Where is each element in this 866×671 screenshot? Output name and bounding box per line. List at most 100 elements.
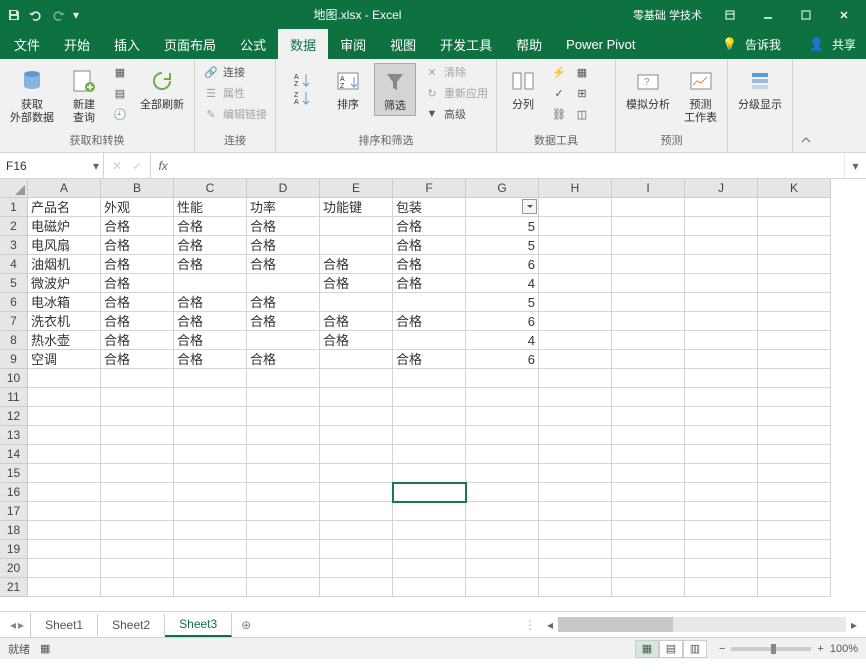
tell-me[interactable]: 告诉我 [745, 36, 781, 53]
collapse-ribbon-button[interactable] [793, 59, 819, 152]
cell[interactable] [612, 426, 685, 445]
cell[interactable] [174, 274, 247, 293]
sheet-nav-next-icon[interactable]: ▸ [18, 618, 24, 632]
cell[interactable]: 合格 [174, 217, 247, 236]
cell[interactable]: 合格 [101, 236, 174, 255]
reapply-button[interactable]: ↻重新应用 [422, 84, 490, 102]
cell[interactable] [758, 578, 831, 597]
consolidate-button[interactable]: ⊞ [572, 84, 592, 102]
share-button[interactable]: 共享 [832, 36, 856, 53]
cell[interactable] [101, 559, 174, 578]
cell[interactable] [320, 293, 393, 312]
row-header[interactable]: 4 [0, 255, 28, 274]
cell[interactable] [612, 274, 685, 293]
cell[interactable] [612, 331, 685, 350]
cell[interactable] [28, 464, 101, 483]
cell[interactable] [685, 445, 758, 464]
close-icon[interactable] [826, 0, 862, 29]
cell[interactable]: 合格 [174, 331, 247, 350]
get-external-data-button[interactable]: 获取 外部数据 [6, 63, 58, 127]
cell[interactable]: 合格 [393, 217, 466, 236]
from-table-button[interactable]: ▤ [110, 84, 130, 102]
sort-button[interactable]: AZ 排序 [328, 63, 368, 114]
text-to-columns-button[interactable]: 分列 [503, 63, 543, 114]
column-header[interactable]: K [758, 179, 831, 198]
cell[interactable] [612, 464, 685, 483]
cell[interactable] [320, 502, 393, 521]
cell[interactable] [247, 407, 320, 426]
cell[interactable] [28, 540, 101, 559]
sheet-tab-2[interactable]: Sheet2 [98, 614, 165, 636]
horizontal-scrollbar[interactable]: ◂ ▸ [542, 617, 862, 633]
row-header[interactable]: 16 [0, 483, 28, 502]
cell[interactable]: 洗衣机 [28, 312, 101, 331]
cell[interactable] [685, 255, 758, 274]
cell[interactable] [685, 293, 758, 312]
fx-icon[interactable]: fx [151, 153, 175, 178]
cell[interactable] [320, 483, 393, 502]
zoom-in-button[interactable]: + [817, 643, 823, 655]
cell[interactable] [101, 521, 174, 540]
cell[interactable] [174, 426, 247, 445]
cell[interactable] [612, 407, 685, 426]
cell[interactable]: 合格 [247, 236, 320, 255]
cell[interactable]: 合格 [101, 350, 174, 369]
name-box[interactable]: F16 ▾ [0, 153, 104, 178]
chevron-down-icon[interactable]: ▾ [93, 159, 99, 173]
tab-review[interactable]: 审阅 [328, 29, 378, 60]
cell[interactable] [247, 540, 320, 559]
connections-button[interactable]: 🔗连接 [201, 63, 269, 81]
column-header[interactable]: C [174, 179, 247, 198]
row-header[interactable]: 10 [0, 369, 28, 388]
save-icon[interactable] [4, 5, 24, 25]
row-header[interactable]: 19 [0, 540, 28, 559]
cell[interactable] [685, 312, 758, 331]
row-header[interactable]: 6 [0, 293, 28, 312]
cell[interactable] [466, 559, 539, 578]
relationships-button[interactable]: ⛓ [549, 105, 569, 123]
cell[interactable]: 合格 [101, 293, 174, 312]
cell[interactable]: 合格 [247, 217, 320, 236]
cell[interactable] [612, 578, 685, 597]
cell[interactable] [539, 255, 612, 274]
cell[interactable]: 油烟机 [28, 255, 101, 274]
macro-record-icon[interactable]: ▦ [40, 642, 50, 655]
cell[interactable]: 合格 [174, 350, 247, 369]
cell[interactable] [685, 236, 758, 255]
cell[interactable] [28, 483, 101, 502]
cell[interactable] [247, 483, 320, 502]
cell[interactable] [539, 236, 612, 255]
cell[interactable] [393, 521, 466, 540]
cell[interactable]: 合格 [393, 274, 466, 293]
cell[interactable] [539, 502, 612, 521]
cell[interactable]: 产品名 [28, 198, 101, 217]
cell[interactable] [393, 559, 466, 578]
cell[interactable] [466, 198, 539, 217]
cell[interactable]: 性能 [174, 198, 247, 217]
column-header[interactable]: G [466, 179, 539, 198]
cell[interactable] [612, 293, 685, 312]
cell[interactable] [320, 236, 393, 255]
cell[interactable] [320, 369, 393, 388]
properties-button[interactable]: ☰属性 [201, 84, 269, 102]
cell[interactable]: 合格 [174, 293, 247, 312]
cell[interactable] [539, 540, 612, 559]
cell[interactable] [247, 521, 320, 540]
cell[interactable]: 合格 [174, 236, 247, 255]
cell[interactable] [28, 521, 101, 540]
cell[interactable]: 包装 [393, 198, 466, 217]
cell[interactable]: 微波炉 [28, 274, 101, 293]
cell[interactable] [758, 312, 831, 331]
cell[interactable] [612, 236, 685, 255]
cell[interactable] [612, 255, 685, 274]
cell[interactable] [174, 464, 247, 483]
validation-button[interactable]: ✓ [549, 84, 569, 102]
cell[interactable] [466, 578, 539, 597]
cell[interactable] [101, 540, 174, 559]
cell[interactable] [539, 331, 612, 350]
cell[interactable] [685, 407, 758, 426]
cell[interactable] [539, 464, 612, 483]
cell[interactable]: 5 [466, 217, 539, 236]
cell[interactable] [393, 407, 466, 426]
cell[interactable] [758, 559, 831, 578]
